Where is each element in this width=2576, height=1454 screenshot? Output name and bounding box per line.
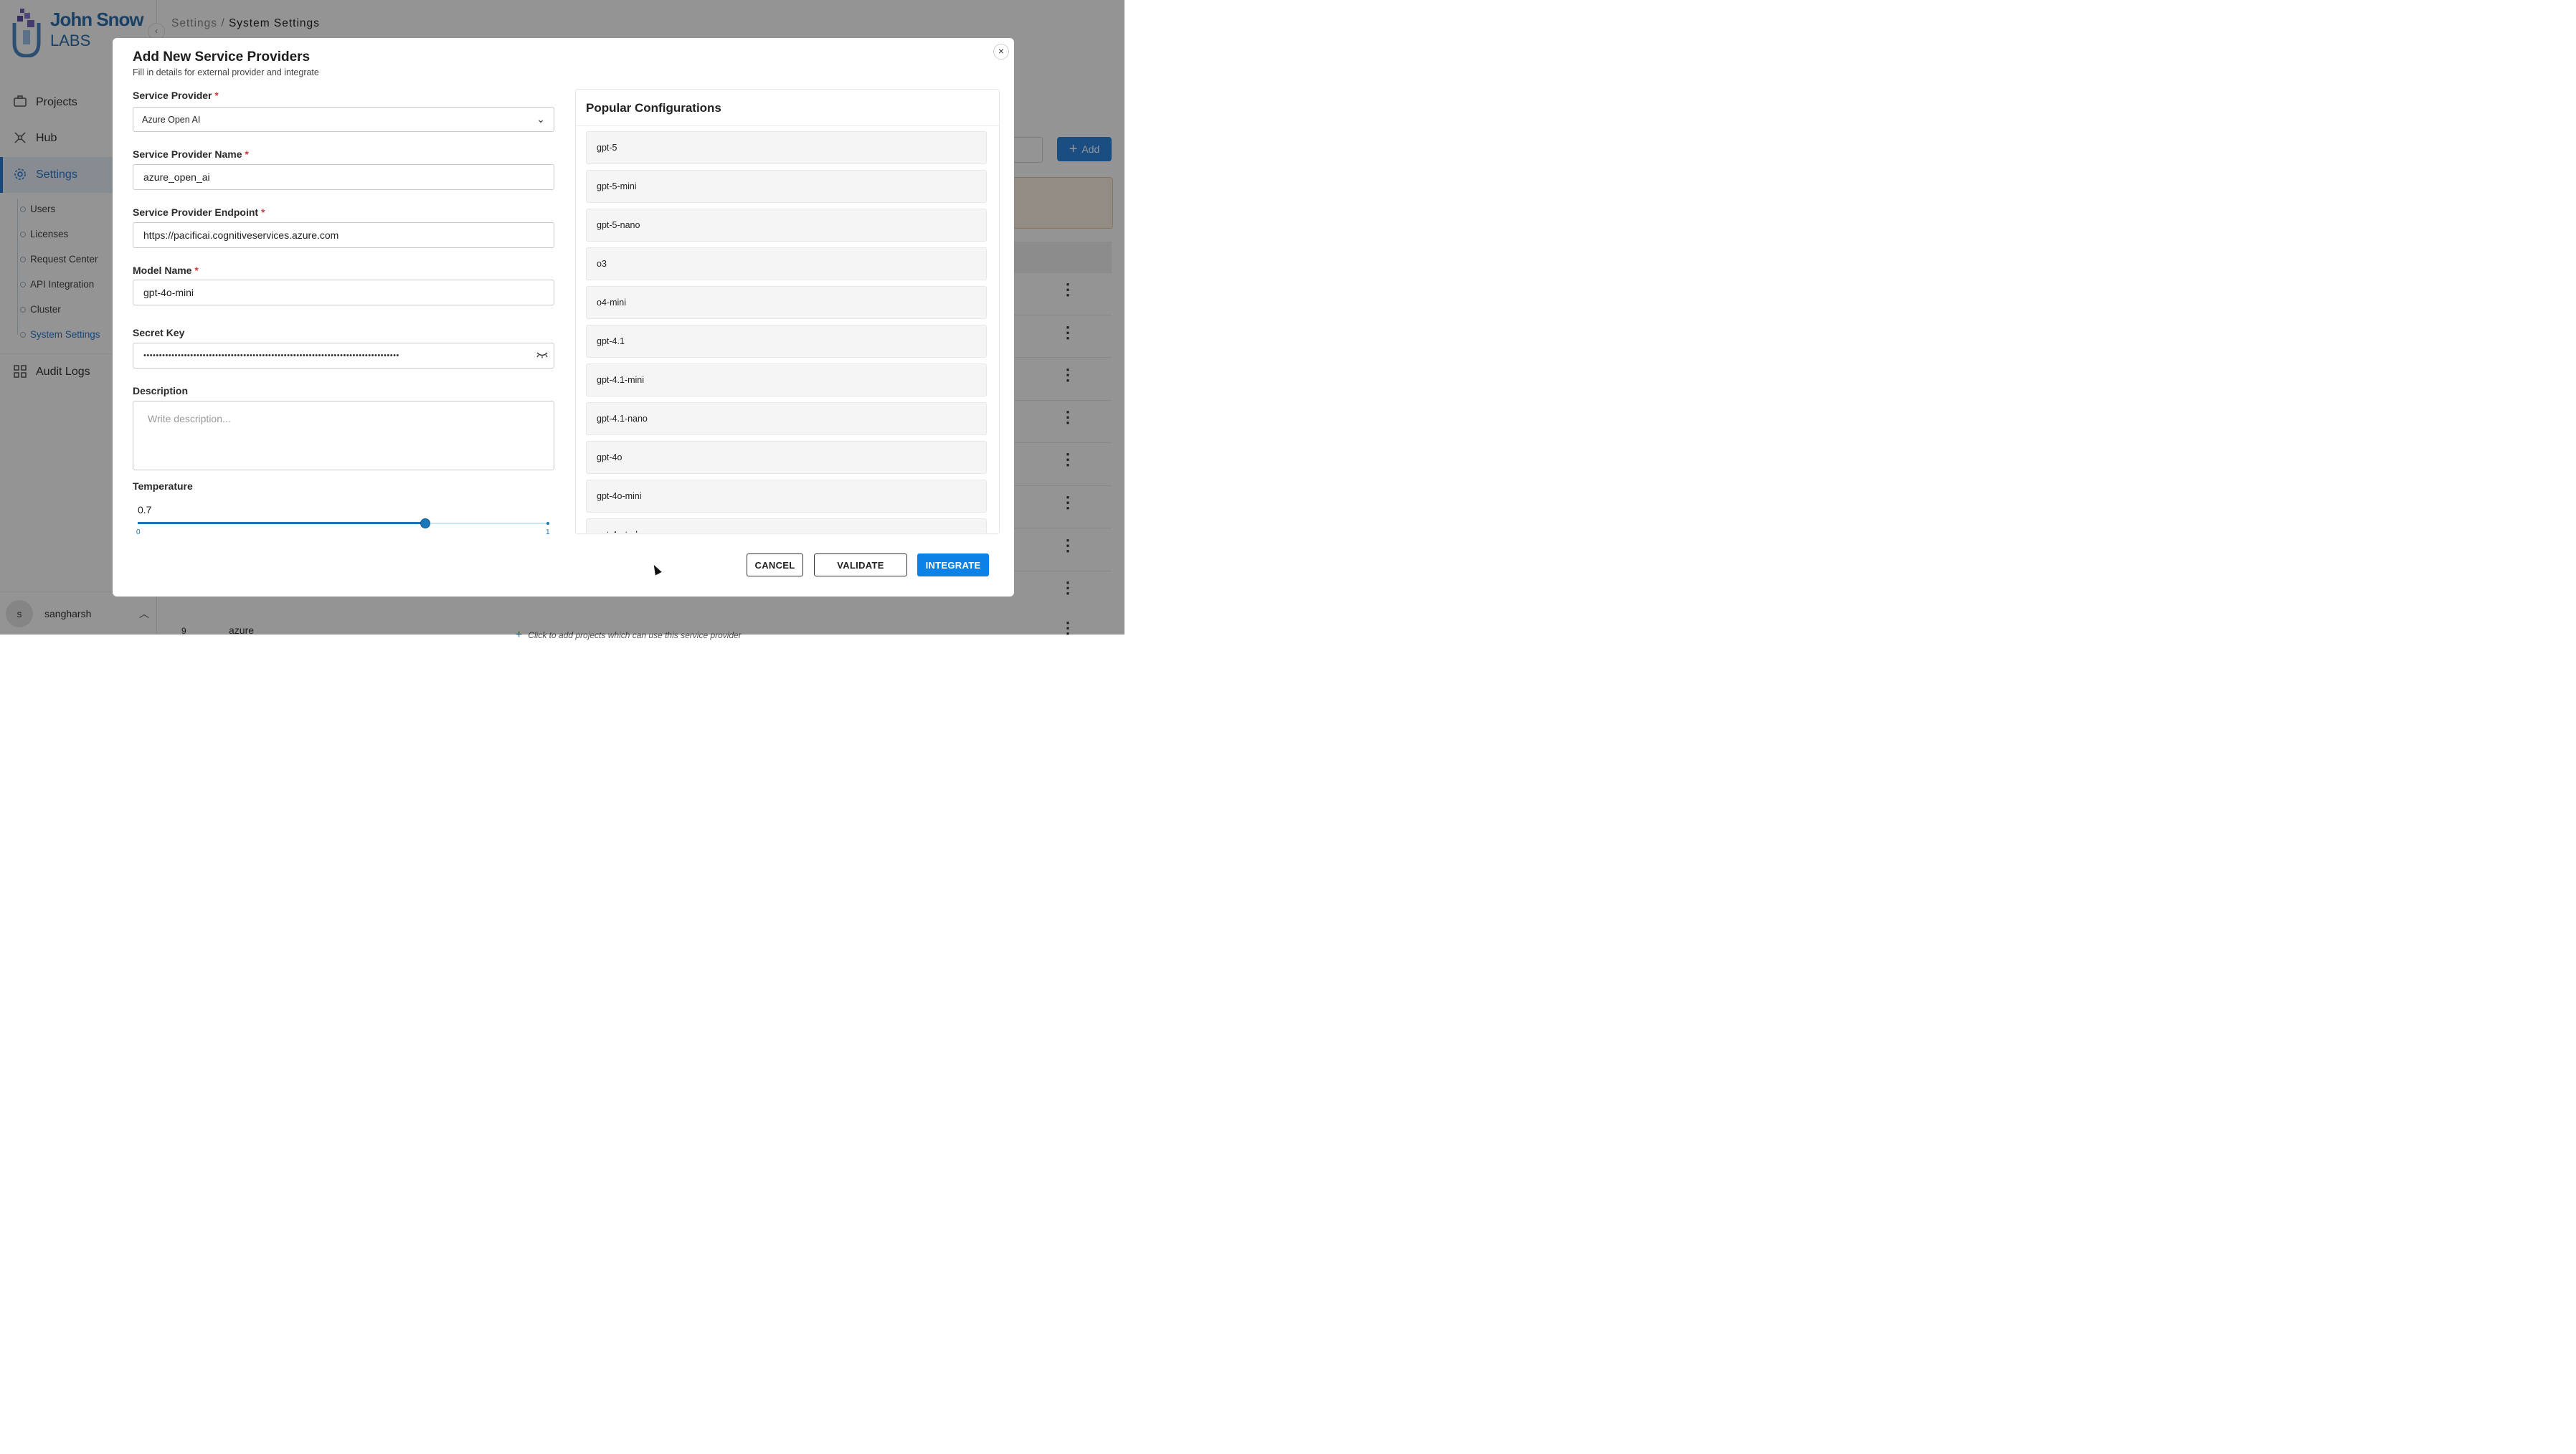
provider-name-input[interactable]: azure_open_ai — [133, 164, 554, 190]
secret-key-value: ••••••••••••••••••••••••••••••••••••••••… — [143, 351, 399, 360]
config-item[interactable]: gpt-5-mini — [586, 170, 987, 203]
popular-configurations-title: Popular Configurations — [586, 101, 721, 115]
temperature-min-label: 0 — [136, 528, 141, 536]
config-item[interactable]: o3 — [586, 247, 987, 280]
provider-name-label: Service Provider Name * — [133, 148, 249, 160]
config-item[interactable]: gpt-4o-mini — [586, 480, 987, 513]
temperature-slider-end — [546, 522, 549, 525]
required-mark: * — [214, 90, 219, 101]
service-provider-label: Service Provider * — [133, 90, 219, 101]
endpoint-input[interactable]: https://pacificai.cognitiveservices.azur… — [133, 222, 554, 248]
popular-configurations-panel: Popular Configurations gpt-5 gpt-5-mini … — [575, 89, 1000, 534]
eye-closed-icon[interactable] — [536, 349, 548, 361]
service-provider-value: Azure Open AI — [142, 114, 201, 125]
cancel-button[interactable]: CANCEL — [747, 553, 803, 576]
temperature-label: Temperature — [133, 480, 193, 492]
secret-key-label: Secret Key — [133, 327, 185, 338]
config-item[interactable]: o4-mini — [586, 286, 987, 319]
modal-title: Add New Service Providers — [133, 49, 311, 65]
popular-configurations-list[interactable]: gpt-5 gpt-5-mini gpt-5-nano o3 o4-mini g… — [586, 131, 989, 533]
config-item[interactable]: gpt-4o-turbo — [586, 518, 987, 533]
provider-name-value: azure_open_ai — [143, 171, 210, 183]
model-name-label: Model Name * — [133, 265, 199, 276]
required-mark: * — [194, 265, 199, 276]
temperature-max-label: 1 — [546, 528, 550, 536]
service-provider-select[interactable]: Azure Open AI ⌄ — [133, 107, 554, 132]
temperature-slider-fill — [138, 522, 425, 524]
config-item[interactable]: gpt-4.1-mini — [586, 364, 987, 396]
config-item[interactable]: gpt-4.1 — [586, 325, 987, 358]
validate-button[interactable]: VALIDATE — [814, 553, 907, 576]
config-item[interactable]: gpt-5 — [586, 131, 987, 164]
config-item[interactable]: gpt-4o — [586, 441, 987, 474]
chevron-down-icon: ⌄ — [536, 113, 545, 125]
required-mark: * — [245, 148, 249, 160]
required-mark: * — [260, 206, 265, 218]
temperature-slider-thumb[interactable] — [420, 518, 430, 528]
secret-key-input[interactable]: ••••••••••••••••••••••••••••••••••••••••… — [133, 343, 554, 369]
panel-divider — [576, 125, 999, 126]
add-service-provider-modal: × Add New Service Providers Fill in deta… — [113, 38, 1014, 597]
description-label: Description — [133, 385, 189, 396]
config-item[interactable]: gpt-5-nano — [586, 209, 987, 242]
close-icon[interactable]: × — [993, 44, 1009, 60]
model-name-input[interactable]: gpt-4o-mini — [133, 280, 554, 305]
modal-subtitle: Fill in details for external provider an… — [133, 67, 319, 77]
config-item[interactable]: gpt-4.1-nano — [586, 402, 987, 435]
integrate-button[interactable]: INTEGRATE — [917, 553, 989, 576]
endpoint-value: https://pacificai.cognitiveservices.azur… — [143, 229, 339, 241]
model-name-value: gpt-4o-mini — [143, 287, 194, 298]
endpoint-label: Service Provider Endpoint * — [133, 206, 265, 218]
description-textarea[interactable]: Write description... — [133, 401, 554, 470]
temperature-value: 0.7 — [138, 504, 152, 515]
